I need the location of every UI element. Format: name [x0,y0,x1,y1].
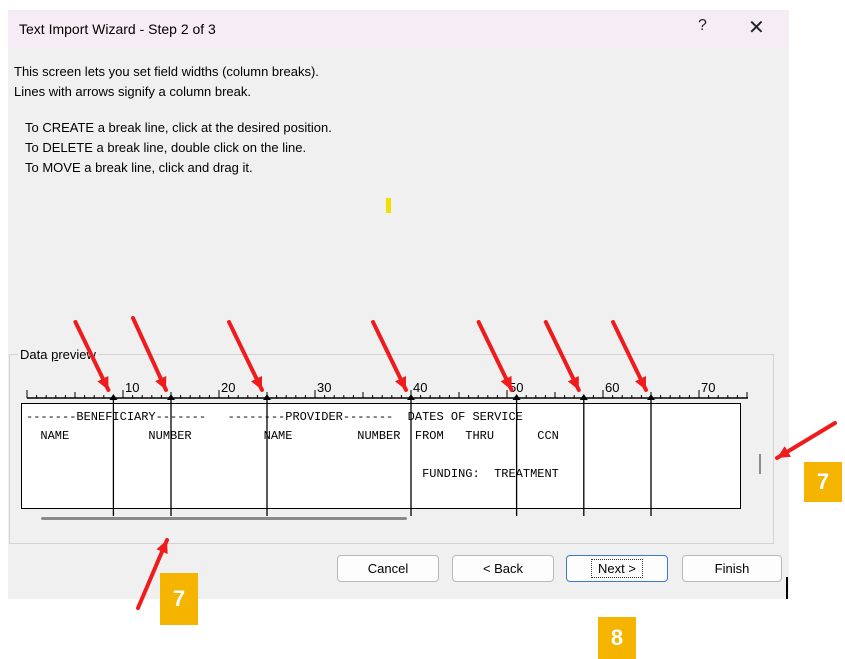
annotation-arrows [73,316,837,610]
annotation-badge-7-bottom: 7 [160,573,198,625]
annotation-badge-7-right: 7 [804,462,842,502]
annotation-badge-8: 8 [598,617,636,659]
